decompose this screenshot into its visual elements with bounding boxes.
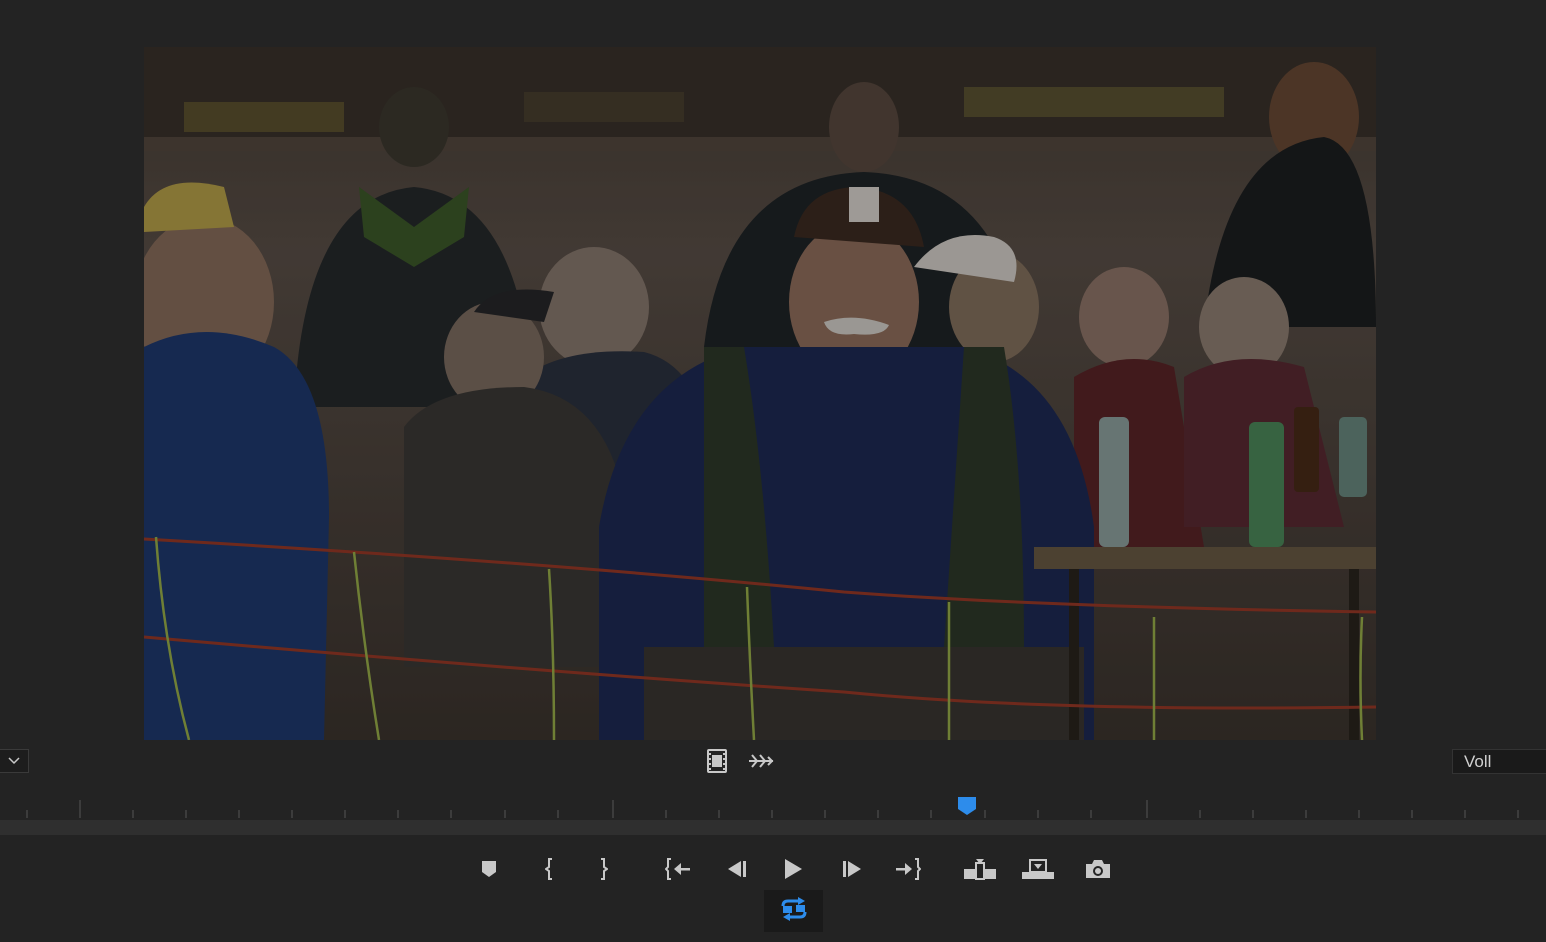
monitor-settings-bar [704, 748, 774, 774]
mark-in-icon[interactable] [533, 852, 567, 886]
chevron-down-icon [8, 752, 20, 770]
mark-out-icon[interactable] [586, 852, 620, 886]
step-back-icon[interactable] [719, 852, 753, 886]
step-forward-icon[interactable] [836, 852, 870, 886]
resolution-select[interactable]: Voll [1452, 749, 1546, 774]
overwrite-icon[interactable] [1021, 852, 1055, 886]
ruler-ticks [26, 800, 1519, 818]
loop-icon [780, 896, 808, 926]
playhead[interactable] [957, 796, 977, 816]
video-frame-image [144, 47, 1376, 740]
zoom-dropdown[interactable] [0, 749, 29, 773]
time-ruler[interactable] [0, 796, 1546, 820]
film-frame-icon[interactable] [704, 748, 730, 774]
go-to-in-icon[interactable] [661, 852, 695, 886]
loop-button[interactable] [764, 890, 823, 932]
camera-icon[interactable] [1081, 852, 1115, 886]
transport-controls [0, 852, 1546, 886]
audio-waveform-icon[interactable] [748, 748, 774, 774]
marker-icon[interactable] [472, 852, 506, 886]
program-monitor: Voll [0, 0, 1546, 942]
play-icon[interactable] [776, 852, 810, 886]
go-to-out-icon[interactable] [891, 852, 925, 886]
zoom-scrollbar[interactable] [0, 820, 1546, 835]
insert-icon[interactable] [963, 852, 997, 886]
video-preview[interactable] [144, 47, 1376, 740]
